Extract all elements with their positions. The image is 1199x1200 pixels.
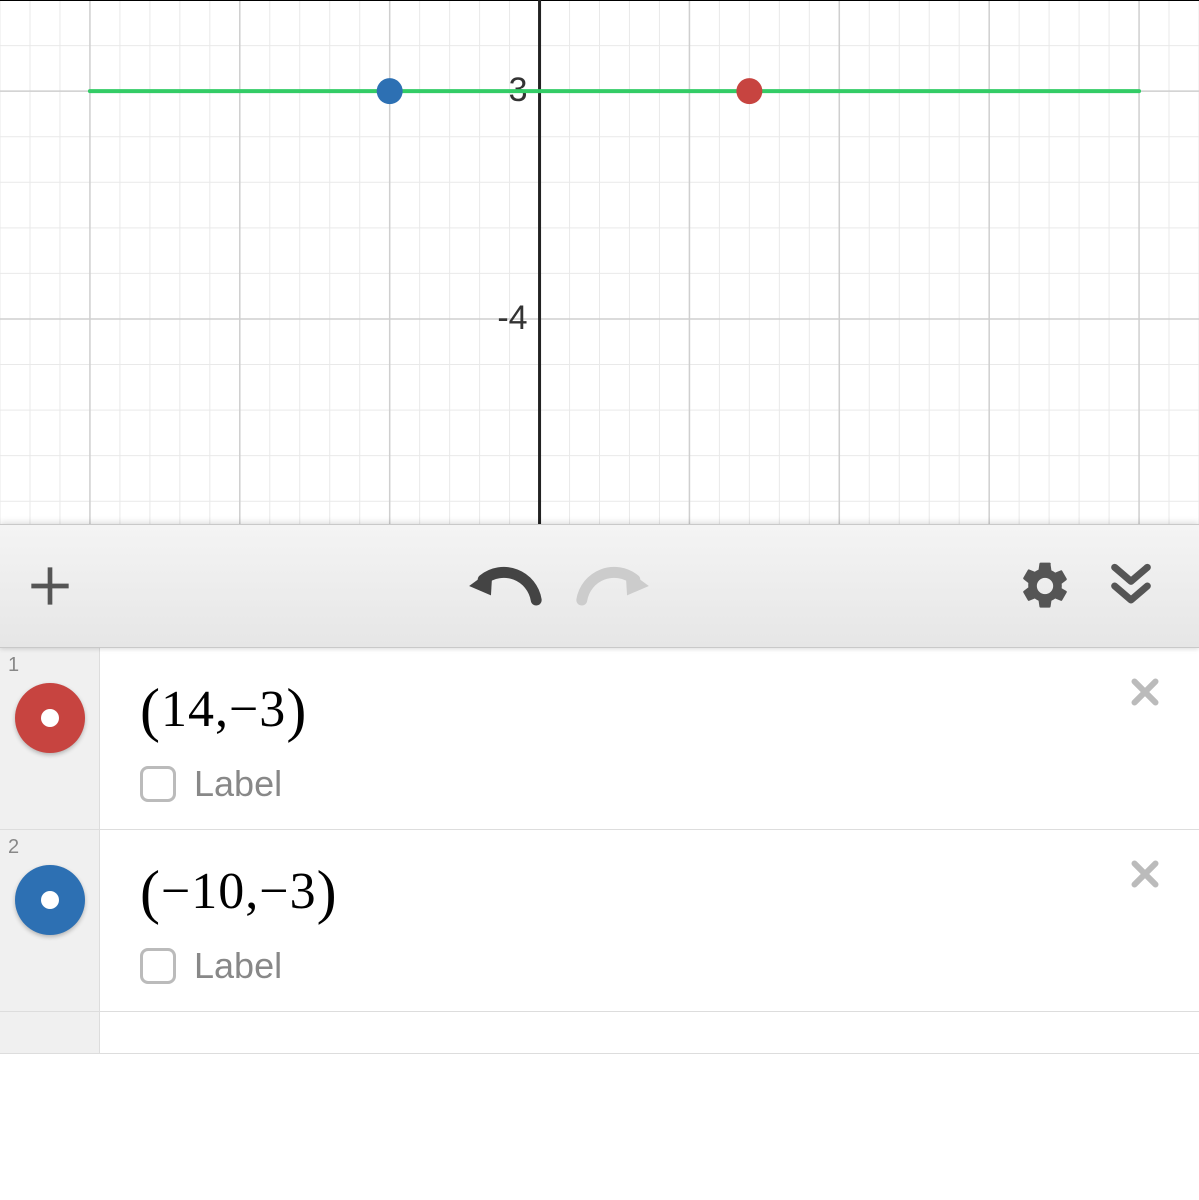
expression-body[interactable] (100, 1012, 1199, 1053)
label-text: Label (194, 763, 282, 805)
label-row: Label (140, 945, 1159, 987)
toolbar-right (1017, 558, 1199, 614)
svg-text:-4: -4 (497, 299, 527, 337)
graph-canvas[interactable]: -3-4 (0, 0, 1199, 524)
expression-tab: 1 (0, 648, 100, 829)
expression-tab: 2 (0, 830, 100, 1011)
close-icon (1127, 854, 1163, 894)
expression-tab (0, 1012, 100, 1053)
expression-formula[interactable]: (14,−3) (140, 676, 1159, 745)
graph-svg: -3-4 (0, 0, 1199, 524)
expression-body[interactable]: (−10,−3) Label (100, 830, 1199, 1011)
expression-row[interactable]: 2 (−10,−3) Label (0, 830, 1199, 1012)
chevron-double-down-icon (1103, 558, 1159, 614)
undo-button[interactable] (466, 561, 544, 611)
plus-icon (22, 558, 78, 614)
expression-color-badge[interactable] (15, 683, 85, 753)
expression-color-badge[interactable] (15, 865, 85, 935)
delete-expression-button[interactable] (1121, 668, 1169, 716)
collapse-button[interactable] (1103, 558, 1159, 614)
undo-icon (466, 561, 544, 611)
label-row: Label (140, 763, 1159, 805)
expression-body[interactable]: (14,−3) Label (100, 648, 1199, 829)
toolbar-center (100, 561, 1017, 611)
label-checkbox[interactable] (140, 766, 176, 802)
redo-icon (574, 561, 652, 611)
label-text: Label (194, 945, 282, 987)
redo-button[interactable] (574, 561, 652, 611)
toolbar (0, 524, 1199, 648)
delete-expression-button[interactable] (1121, 850, 1169, 898)
gear-icon (1017, 558, 1073, 614)
add-button[interactable] (0, 524, 100, 648)
expression-list: 1 (14,−3) Label 2 (−10,−3) (0, 648, 1199, 1054)
expression-index: 1 (8, 654, 19, 677)
label-checkbox[interactable] (140, 948, 176, 984)
expression-row[interactable]: 1 (14,−3) Label (0, 648, 1199, 830)
settings-button[interactable] (1017, 558, 1073, 614)
close-icon (1127, 672, 1163, 712)
expression-row-blank[interactable] (0, 1012, 1199, 1054)
expression-formula[interactable]: (−10,−3) (140, 858, 1159, 927)
expression-index: 2 (8, 836, 19, 859)
